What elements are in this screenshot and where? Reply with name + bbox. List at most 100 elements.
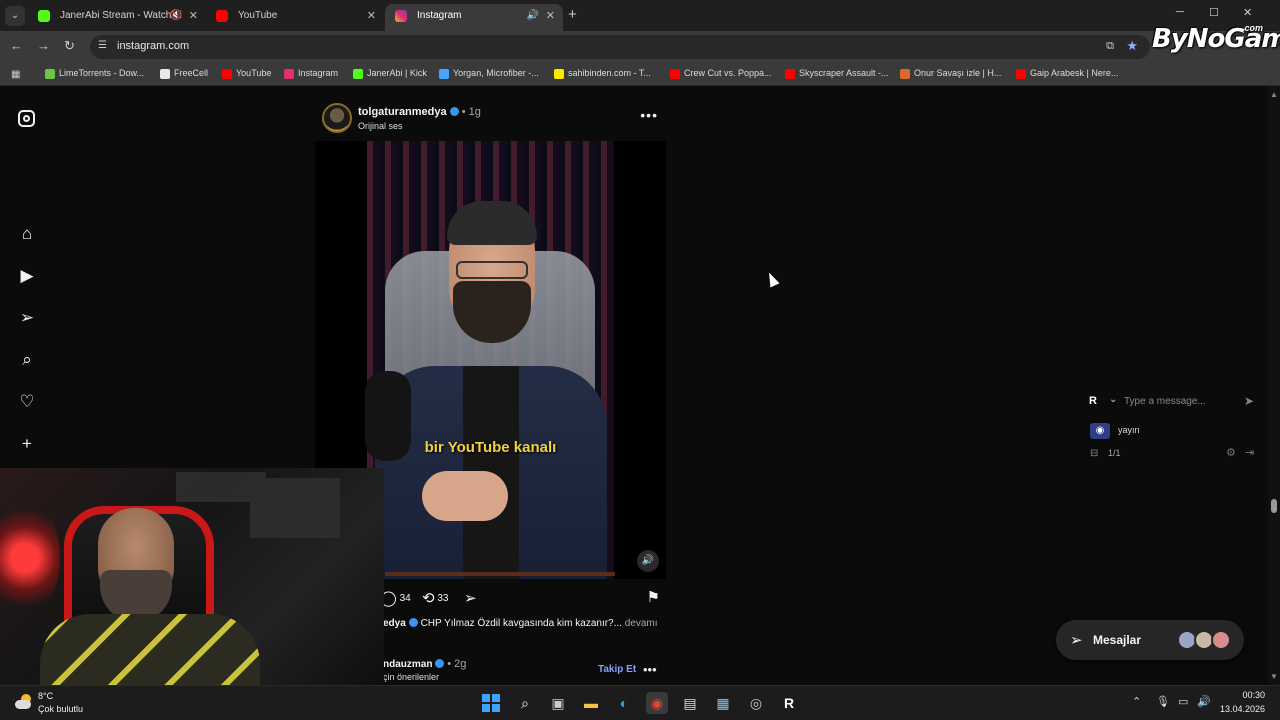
- instagram-favicon-icon: [284, 69, 294, 79]
- kick-favicon-icon: [38, 10, 50, 22]
- maximize-button[interactable]: ☐: [1209, 6, 1219, 19]
- tab-janerabi[interactable]: JanerAbi Stream - Watch Li 🔇 ✕: [28, 4, 206, 31]
- repost-button[interactable]: ⟲ 33: [422, 589, 448, 607]
- avatar[interactable]: [322, 103, 352, 133]
- obs-icon[interactable]: ◎: [745, 692, 767, 714]
- address-bar[interactable]: ☰ instagram.com ⧉ ★: [90, 35, 1150, 59]
- messages-button[interactable]: ➢ Mesajlar: [1056, 620, 1244, 660]
- suggested-label: çin önerilenler: [383, 672, 440, 682]
- tab-title: JanerAbi Stream - Watch Li: [60, 10, 182, 21]
- home-icon[interactable]: ⌂: [17, 224, 37, 244]
- microphone-icon[interactable]: 🎙: [1156, 695, 1170, 708]
- bookmark-item[interactable]: JanerAbi | Kick: [353, 68, 427, 79]
- bookmark-item[interactable]: Instagram: [284, 68, 338, 79]
- network-app-icon[interactable]: ▦: [712, 692, 734, 714]
- windows-start-icon[interactable]: [482, 694, 500, 712]
- direct-messages-icon[interactable]: ➢: [17, 308, 37, 328]
- weather-condition[interactable]: Çok bulutlu: [38, 704, 83, 714]
- close-window-button[interactable]: ✕: [1243, 6, 1252, 19]
- instagram-logo-icon[interactable]: [18, 110, 35, 127]
- weather-temperature[interactable]: 8°C: [38, 691, 53, 701]
- bookmark-item[interactable]: sahibinden.com - T...: [554, 68, 651, 79]
- exit-icon[interactable]: ⇥: [1245, 446, 1254, 459]
- youtube-favicon-icon: [222, 69, 232, 79]
- browser-toolbar: ← → ↻ ☰ instagram.com ⧉ ★: [0, 31, 1280, 63]
- bookmark-item[interactable]: LimeTorrents - Dow...: [45, 68, 144, 79]
- speaker-icon[interactable]: 🔊: [1197, 695, 1211, 708]
- bookmark-item[interactable]: YouTube: [222, 68, 271, 79]
- volume-icon[interactable]: 🔊: [637, 550, 659, 572]
- search-icon[interactable]: ⌕: [17, 350, 37, 370]
- tab-muted-icon[interactable]: 🔇: [170, 4, 182, 28]
- share-button[interactable]: ➢: [464, 589, 477, 607]
- bookmark-item[interactable]: Yorgan, Microfiber -...: [439, 68, 539, 79]
- chevron-down-icon[interactable]: ⌄: [1109, 394, 1117, 405]
- network-icon[interactable]: ▭: [1178, 695, 1188, 708]
- tab-close-icon[interactable]: ✕: [546, 4, 555, 28]
- task-view-icon[interactable]: ▣: [547, 692, 569, 714]
- tab-youtube[interactable]: YouTube ✕: [206, 4, 384, 31]
- next-post-username[interactable]: ndauzman • 2g: [383, 658, 466, 670]
- store-icon[interactable]: ▤: [679, 692, 701, 714]
- install-app-icon[interactable]: ⧉: [1106, 40, 1114, 53]
- new-tab-button[interactable]: +: [568, 6, 584, 23]
- weather-icon[interactable]: [13, 692, 33, 712]
- comment-button[interactable]: ◯ 34: [380, 589, 411, 607]
- bookmark-item[interactable]: Crew Cut vs. Poppa...: [670, 68, 772, 79]
- reload-icon[interactable]: ↻: [64, 38, 75, 54]
- video-subtitle: bir YouTube kanalı: [424, 439, 557, 456]
- freecell-favicon-icon: [160, 69, 170, 79]
- streaming-app-icon[interactable]: R: [778, 692, 800, 714]
- bookmark-item[interactable]: Skyscraper Assault -...: [785, 68, 889, 79]
- notifications-heart-icon[interactable]: ♡: [17, 392, 37, 412]
- site-info-icon[interactable]: ☰: [98, 40, 107, 51]
- scroll-down-icon[interactable]: ▼: [1270, 672, 1278, 681]
- edge-browser-icon[interactable]: ◐: [613, 692, 635, 714]
- scroll-thumb[interactable]: [1271, 499, 1277, 513]
- apps-grid-icon[interactable]: ▦: [11, 69, 20, 80]
- post-username[interactable]: tolgaturanmedya • 1g: [358, 106, 481, 118]
- forward-arrow-icon[interactable]: →: [37, 38, 50, 53]
- follow-button[interactable]: Takip Et: [598, 664, 636, 675]
- chrome-browser-icon[interactable]: ◉: [646, 692, 668, 714]
- post-options-icon[interactable]: •••: [643, 662, 657, 677]
- gear-icon[interactable]: ⚙: [1226, 446, 1236, 459]
- taskbar-date[interactable]: 13.04.2026: [1214, 704, 1265, 714]
- video-hair: [447, 201, 537, 245]
- tab-audio-icon[interactable]: 🔊: [527, 4, 539, 28]
- create-plus-icon[interactable]: +: [17, 434, 37, 454]
- bookmark-item[interactable]: FreeCell: [160, 68, 208, 79]
- scroll-up-icon[interactable]: ▲: [1270, 90, 1278, 99]
- tray-chevron-icon[interactable]: ⌃: [1132, 695, 1141, 708]
- send-icon[interactable]: ➤: [1244, 394, 1254, 408]
- bookmark-star-icon[interactable]: ★: [1126, 38, 1138, 54]
- video-glasses: [456, 261, 528, 279]
- tab-close-icon[interactable]: ✕: [367, 4, 376, 28]
- reels-icon[interactable]: ▶: [17, 266, 37, 286]
- post-options-icon[interactable]: •••: [640, 107, 658, 123]
- tab-close-icon[interactable]: ✕: [189, 4, 198, 28]
- stream-watermark-suffix: .com: [1242, 23, 1264, 33]
- file-explorer-icon[interactable]: ▬: [580, 692, 602, 714]
- tab-strip: ⌄ JanerAbi Stream - Watch Li 🔇 ✕ YouTube…: [0, 0, 1280, 31]
- tab-title: YouTube: [238, 10, 278, 21]
- page-scrollbar[interactable]: ▲ ▼: [1268, 86, 1280, 685]
- back-arrow-icon[interactable]: ←: [10, 38, 23, 53]
- url-text[interactable]: instagram.com: [117, 40, 189, 52]
- save-bookmark-icon[interactable]: ⚑: [647, 588, 660, 606]
- chat-input[interactable]: Type a message...: [1124, 396, 1206, 407]
- caption-more-link[interactable]: devamı: [625, 618, 658, 629]
- video-progress-bar[interactable]: [385, 572, 615, 576]
- search-icon[interactable]: ⌕: [514, 692, 536, 714]
- tab-search-button[interactable]: ⌄: [5, 6, 25, 26]
- bookmark-item[interactable]: Onur Savaşı izle | H...: [900, 68, 1001, 79]
- channel-name[interactable]: yayın: [1118, 425, 1140, 435]
- verified-badge-icon: [449, 107, 459, 116]
- bookmark-item[interactable]: Gaip Arabesk | Nere...: [1016, 68, 1118, 79]
- tab-instagram[interactable]: Instagram 🔊 ✕: [385, 4, 563, 31]
- youtube-favicon-icon: [1016, 69, 1026, 79]
- avatar: [1211, 630, 1231, 650]
- taskbar-clock[interactable]: 00:30: [1222, 690, 1265, 700]
- audio-label[interactable]: Orijinal ses: [358, 121, 403, 131]
- minimize-button[interactable]: ─: [1176, 6, 1184, 18]
